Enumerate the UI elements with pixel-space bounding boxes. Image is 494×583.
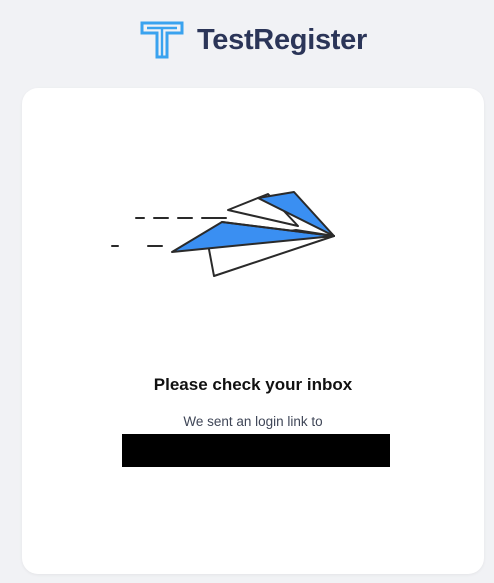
confirmation-message: We sent an login link to — [183, 414, 323, 429]
confirmation-title: Please check your inbox — [153, 375, 353, 394]
confirmation-card: Please check your inbox We sent an login… — [22, 88, 484, 574]
redacted-email — [122, 434, 390, 467]
paper-plane-icon — [111, 191, 335, 277]
t-logo-icon — [140, 21, 184, 59]
brand-name: TestRegister — [197, 23, 367, 56]
brand[interactable]: TestRegister — [139, 20, 367, 60]
app-header: TestRegister — [0, 0, 494, 80]
